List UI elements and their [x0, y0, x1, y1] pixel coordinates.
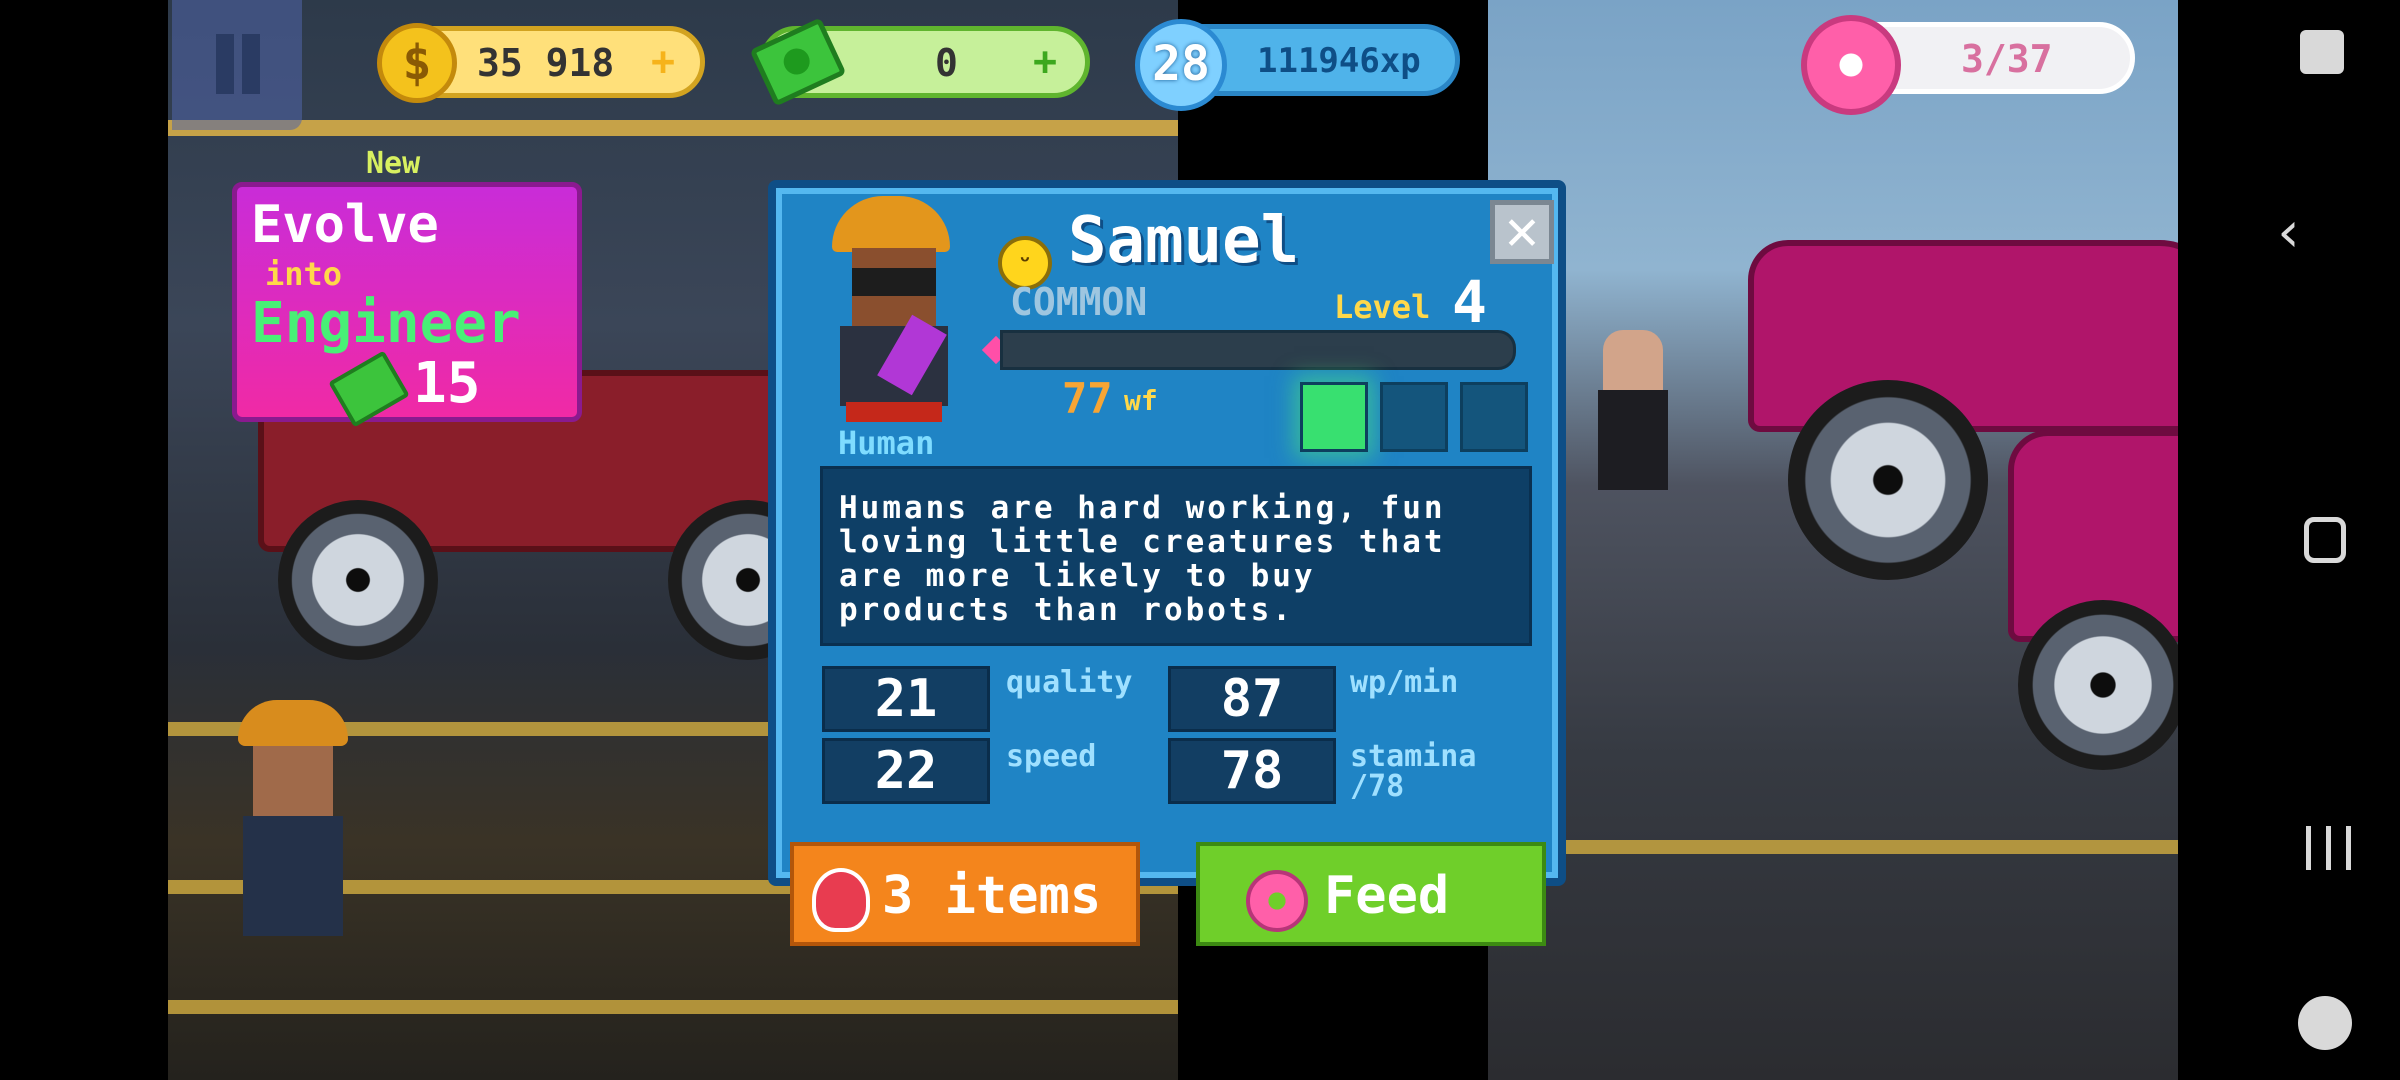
home-icon[interactable] [2304, 517, 2346, 563]
description-box: Humans are hard working, fun loving litt… [820, 466, 1532, 646]
car-wheel [2018, 600, 2178, 770]
description-text: Humans are hard working, fun loving litt… [839, 490, 1446, 628]
xp-value: 111946xp [1257, 41, 1421, 81]
feed-button-label: Feed [1324, 866, 1450, 926]
system-nav-bar [2178, 0, 2400, 1080]
floor-stripe [1488, 840, 2178, 854]
upgrade-slot-empty [1380, 382, 1448, 452]
speed-value: 22 [822, 738, 990, 804]
level-value: 4 [1452, 268, 1487, 336]
donut-icon [1801, 15, 1901, 115]
potion-icon [812, 868, 870, 932]
quality-value: 21 [822, 666, 990, 732]
evolve-button[interactable]: Evolve into Engineer 15 [232, 182, 582, 428]
car-body [1748, 240, 2178, 432]
character-name: Samuel [1068, 204, 1300, 278]
workforce-value: 77 [1062, 374, 1113, 423]
cash-counter[interactable]: 0 + [749, 17, 1090, 107]
upgrade-slot-filled [1300, 382, 1368, 452]
workforce-unit: wf [1124, 384, 1158, 417]
wpmin-value: 87 [1168, 666, 1336, 732]
recents-icon[interactable] [2304, 826, 2354, 870]
level-label: Level [1334, 288, 1431, 326]
close-button[interactable]: ✕ [1490, 200, 1554, 264]
coins-value: 35 918 [477, 41, 615, 85]
worker-character [238, 700, 348, 936]
stamina-value: 78 [1168, 738, 1336, 804]
back-icon[interactable]: ‹ [2178, 200, 2400, 265]
upgrade-slots [1300, 382, 1528, 452]
new-label: New [366, 146, 421, 181]
game-scene-right [1488, 0, 2178, 1080]
character-avatar [822, 196, 972, 426]
feed-button[interactable]: Feed [1196, 842, 1546, 946]
evolve-cost: 15 [413, 351, 481, 416]
upgrade-slot-empty [1460, 382, 1528, 452]
level-progress-bar [1000, 330, 1516, 370]
donut-value: 3/37 [1961, 37, 2053, 81]
xp-star-icon: 28 [1135, 19, 1227, 111]
coin-icon: $ [377, 23, 457, 103]
cash-icon [328, 350, 410, 428]
car-wheel [1788, 380, 1988, 580]
wpmin-label: wp/min [1350, 665, 1459, 700]
floor-stripe [168, 1000, 1178, 1014]
game-tools-icon[interactable] [2298, 996, 2352, 1050]
evolve-into: into [265, 255, 343, 293]
player-level: 28 [1152, 36, 1210, 92]
donut-counter[interactable]: 3/37 [1801, 15, 2135, 115]
screen-lock-icon[interactable] [2300, 30, 2344, 74]
evolve-target: Engineer [251, 291, 521, 356]
car-wheel [278, 500, 438, 660]
items-button-label: 3 items [882, 866, 1102, 926]
pause-icon[interactable] [172, 0, 302, 130]
quality-label: quality [1006, 665, 1133, 700]
rarity-label: COMMON [1010, 280, 1148, 324]
items-button[interactable]: 3 items [790, 842, 1140, 946]
evolve-title: Evolve [251, 195, 439, 255]
coins-counter[interactable]: $ 35 918 + [377, 23, 705, 103]
race-label: Human [838, 424, 935, 462]
xp-counter[interactable]: 28 111946xp [1135, 19, 1460, 111]
donut-icon [1246, 870, 1308, 932]
wall-beam [168, 120, 1178, 136]
cash-value: 0 [935, 41, 958, 85]
boss-character [1598, 330, 1668, 500]
add-coins-icon[interactable]: + [651, 39, 675, 85]
speed-label: speed [1006, 739, 1097, 774]
add-cash-icon[interactable]: + [1033, 39, 1057, 85]
stamina-label: stamina /78 [1350, 739, 1477, 804]
